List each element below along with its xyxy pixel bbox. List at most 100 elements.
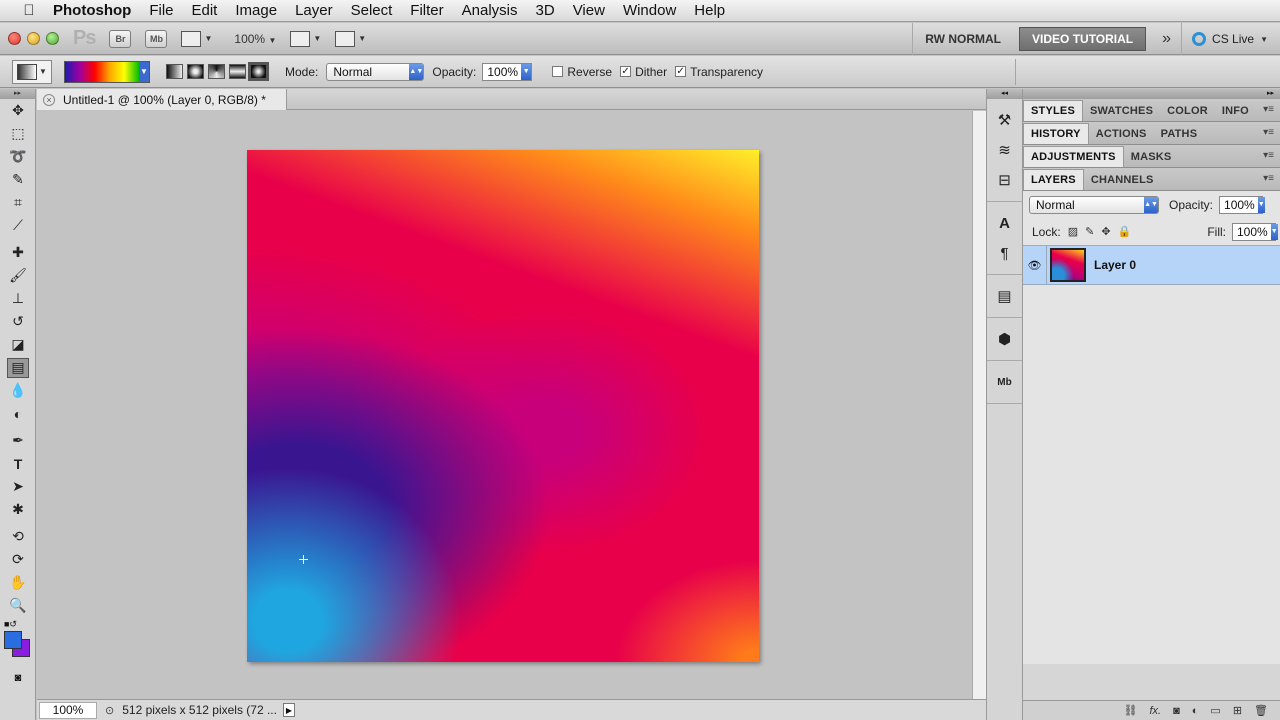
path-selection-tool-icon[interactable]: ➤ [0,475,36,498]
chevron-down-icon[interactable]: ▼ [1257,196,1265,213]
quick-mask-icon[interactable]: ◙ [0,667,36,689]
reverse-checkbox-box[interactable] [552,66,564,77]
tool-preset-picker[interactable]: ▼ [12,59,52,84]
tab-swatches[interactable]: SWATCHES [1083,100,1160,121]
layer-row[interactable]: 👁 Layer 0 [1023,245,1280,285]
shape-tool-icon[interactable]: ✱ [0,498,36,521]
canvas-pasteboard[interactable] [37,111,972,699]
transparency-checkbox[interactable]: ✓ Transparency [675,65,763,79]
mode-select[interactable]: Normal ▲▼ [326,62,425,81]
layer-style-icon[interactable]: fx. [1149,705,1161,717]
close-document-icon[interactable]: × [43,93,55,106]
lock-image-pixels-icon[interactable]: ✎ [1085,225,1094,238]
gradient-picker[interactable]: ▼ [64,60,150,83]
trash-icon[interactable]: 🗑 [1254,704,1268,717]
workspace-video-tutorial[interactable]: VIDEO TUTORIAL [1019,27,1147,51]
menu-image[interactable]: Image [226,0,286,22]
reverse-checkbox[interactable]: Reverse [552,65,612,79]
tab-paths[interactable]: PATHS [1154,123,1205,144]
3d-panel-icon[interactable]: ⬢ [987,324,1022,354]
more-workspaces-icon[interactable]: » [1152,30,1181,48]
tab-color[interactable]: COLOR [1160,100,1215,121]
eyedropper-tool-icon[interactable]: ⟋ [0,214,36,237]
arrange-documents-button[interactable]: ▼ [290,30,321,47]
cs-live-button[interactable]: CS Live ▼ [1181,23,1280,55]
tool-presets-icon[interactable]: ⚒ [987,105,1022,135]
zoom-level-select[interactable]: 100% ▼ [234,32,276,46]
tab-actions[interactable]: ACTIONS [1089,123,1154,144]
dodge-tool-icon[interactable]: ◐ [0,402,36,425]
layer-opacity-field[interactable]: 100% ▼ [1219,195,1265,214]
transparency-checkbox-box[interactable]: ✓ [675,66,687,77]
quick-selection-tool-icon[interactable]: ✎ [0,168,36,191]
tab-masks[interactable]: MASKS [1124,146,1179,167]
3d-orbit-tool-icon[interactable]: ⟳ [0,548,36,571]
default-colors-icon[interactable]: ■↺ [4,619,17,630]
apple-menu-icon[interactable]:  [14,2,44,19]
clone-source-icon[interactable]: ⊟ [987,165,1022,195]
eye-icon[interactable]: 👁 [1023,245,1047,285]
panel-menu-icon[interactable]: ▾≡ [1263,173,1274,184]
clone-stamp-tool-icon[interactable]: ⊥ [0,287,36,310]
reflected-gradient-icon[interactable] [229,64,246,79]
menu-file[interactable]: File [140,0,182,22]
gradient-tool-icon[interactable]: ▤ [0,356,36,379]
tab-layers[interactable]: LAYERS [1023,169,1084,190]
lock-position-icon[interactable]: ✥ [1101,225,1110,238]
view-extras-button[interactable]: ▼ [181,30,212,47]
launch-mini-bridge-button[interactable]: Mb [145,29,168,48]
panel-menu-icon[interactable]: ▾≡ [1263,150,1274,161]
new-group-icon[interactable]: ▭ [1210,704,1220,717]
lock-all-icon[interactable]: 🔒 [1118,225,1132,238]
status-zoom-field[interactable]: 100% [39,701,97,719]
link-layers-icon[interactable]: ⛓ [1124,704,1138,717]
tab-adjustments[interactable]: ADJUSTMENTS [1023,146,1124,167]
new-layer-icon[interactable]: ⊞ [1233,704,1242,717]
menu-3d[interactable]: 3D [527,0,564,22]
menu-filter[interactable]: Filter [401,0,452,22]
brush-presets-icon[interactable]: ≋ [987,135,1022,165]
dither-checkbox[interactable]: ✓ Dither [620,65,667,79]
adjustment-layer-icon[interactable]: ◐ [1192,705,1199,717]
foreground-color-swatch[interactable] [4,631,22,649]
panel-collapse-icon[interactable]: ◂◂ [987,89,1022,99]
radial-gradient-icon[interactable] [187,64,204,79]
crop-tool-icon[interactable]: ⌗ [0,191,36,214]
mini-bridge-icon[interactable]: Mb [987,367,1022,397]
vertical-scrollbar[interactable] [972,111,986,699]
status-info-icon[interactable]: ⊙ [105,704,114,717]
blend-mode-select[interactable]: Normal ▲▼ [1029,195,1159,214]
spot-healing-tool-icon[interactable]: ✚ [0,241,36,264]
character-panel-icon[interactable]: A [987,208,1022,238]
menu-view[interactable]: View [564,0,614,22]
zoom-window-button[interactable] [46,32,59,45]
chevron-down-icon[interactable]: ▼ [139,61,149,82]
tab-styles[interactable]: STYLES [1023,100,1083,121]
brush-tool-icon[interactable]: 🖌 [0,264,36,287]
document-tab[interactable]: × Untitled-1 @ 100% (Layer 0, RGB/8) * [37,89,287,110]
paragraph-panel-icon[interactable]: ¶ [987,238,1022,268]
menu-edit[interactable]: Edit [183,0,227,22]
tab-history[interactable]: HISTORY [1023,123,1089,144]
status-menu-arrow-icon[interactable]: ▶ [282,703,295,717]
menu-help[interactable]: Help [685,0,734,22]
add-mask-icon[interactable]: ◙ [1173,705,1180,717]
tab-info[interactable]: INFO [1215,100,1256,121]
dither-checkbox-box[interactable]: ✓ [620,66,632,77]
menu-analysis[interactable]: Analysis [453,0,527,22]
menu-select[interactable]: Select [342,0,402,22]
panel-collapse-icon[interactable]: ▸▸ [1023,89,1280,99]
close-window-button[interactable] [8,32,21,45]
marquee-tool-icon[interactable]: ⬚ [0,122,36,145]
move-tool-icon[interactable]: ✥ [0,99,36,122]
screen-mode-button[interactable]: ▼ [335,30,366,47]
minimize-window-button[interactable] [27,32,40,45]
fill-field[interactable]: 100% ▼ [1232,222,1278,241]
menu-window[interactable]: Window [614,0,685,22]
lasso-tool-icon[interactable]: ➰ [0,145,36,168]
diamond-gradient-icon[interactable] [248,62,269,81]
pen-tool-icon[interactable]: ✒ [0,429,36,452]
panel-menu-icon[interactable]: ▾≡ [1263,127,1274,138]
launch-bridge-button[interactable]: Br [109,29,132,48]
panel-menu-icon[interactable]: ▾≡ [1263,104,1274,115]
